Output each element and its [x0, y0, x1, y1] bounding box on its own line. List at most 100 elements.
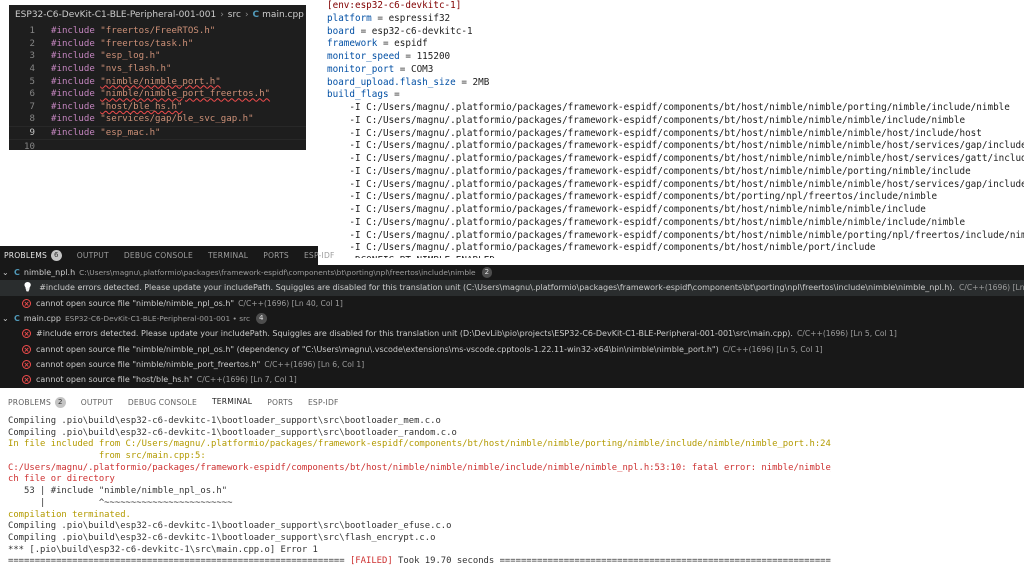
include-directive: #include — [51, 64, 95, 75]
build-flag: -I C:/Users/magnu/.platformio/packages/f… — [322, 179, 1024, 192]
include-directive: #include — [51, 128, 95, 139]
tab-esp-idf-label: ESP-IDF — [307, 397, 339, 407]
terminal-output[interactable]: Compiling .pio\build\esp32-c6-devkitc-1\… — [0, 411, 831, 577]
tab-esp-idf[interactable]: ESP-IDF — [308, 393, 339, 411]
editor-pane[interactable]: ESP32-C6-DevKit-C1-BLE-Peripheral-001-00… — [9, 5, 306, 150]
ini-equals: = — [394, 63, 411, 75]
ini-value: 115200 — [416, 51, 451, 62]
terminal-line: Compiling .pio\build\esp32-c6-devkitc-1\… — [8, 521, 452, 532]
tab-output[interactable]: OUTPUT — [81, 393, 113, 411]
line-number: 1 — [29, 26, 35, 37]
problems-count-badge: 2 — [55, 396, 66, 408]
terminal-line: C:/Users/magnu/.platformio/packages/fram… — [8, 462, 831, 473]
ini-equals: = — [355, 25, 372, 37]
cpp-file-icon: C — [252, 10, 260, 20]
problem-message: #include errors detected. Please update … — [39, 283, 955, 293]
build-flag: -I C:/Users/magnu/.platformio/packages/f… — [322, 128, 1024, 141]
line-number: 2 — [29, 38, 35, 49]
build-flag: -I C:/Users/magnu/.platformio/packages/f… — [322, 204, 1024, 217]
summary-rule-left: ========================================… — [8, 556, 350, 567]
chevron-right-icon: › — [244, 10, 249, 20]
include-directive: #include — [51, 51, 95, 62]
tab-problems-label: PROBLEMS — [4, 250, 48, 260]
tab-terminal[interactable]: TERMINAL — [211, 393, 253, 412]
breadcrumb-file[interactable]: main.cpp — [262, 10, 304, 20]
cpp-file-icon: C — [14, 268, 20, 278]
failed-status: [FAILED] — [349, 556, 393, 567]
problem-count-badge: 4 — [256, 313, 267, 325]
problem-item[interactable]: × cannot open source file "host/ble_hs.h"… — [0, 372, 1024, 387]
line-number: 6 — [29, 89, 35, 100]
problem-item[interactable]: × #include errors detected. Please update… — [0, 326, 1024, 341]
problem-message: cannot open source file "nimble/nimble_p… — [36, 359, 261, 369]
problem-item[interactable]: 💡 #include errors detected. Please update… — [0, 280, 1024, 296]
ini-key: monitor_speed — [327, 51, 400, 62]
tab-debug-console-label: DEBUG CONSOLE — [123, 251, 193, 260]
line-number: 4 — [29, 64, 35, 75]
ini-equals: = — [388, 89, 406, 101]
problem-item[interactable]: × cannot open source file "nimble/nimble_… — [0, 296, 1024, 311]
tab-esp-idf[interactable]: ESP-IDF — [304, 246, 335, 265]
problem-file-path: ESP32-C6-DevKit-C1-BLE-Peripheral-001-00… — [64, 314, 251, 324]
build-flag: -I C:/Users/magnu/.platformio/packages/f… — [322, 242, 1024, 255]
cpp-file-icon: C — [14, 314, 20, 324]
terminal-line: Compiling .pio\build\esp32-c6-devkitc-1\… — [8, 427, 457, 438]
tab-problems[interactable]: PROBLEMS 2 — [8, 393, 66, 411]
problem-item[interactable]: × cannot open source file "nimble/nimble_… — [0, 357, 1024, 372]
terminal-line: ch file or directory — [8, 474, 115, 485]
terminal-line: *** [.pio\build\esp32-c6-devkitc-1\src\m… — [8, 544, 318, 555]
tab-ports[interactable]: PORTS — [263, 246, 289, 265]
chevron-down-icon[interactable]: ⌄ — [2, 268, 12, 277]
terminal-line: Compiling .pio\build\esp32-c6-devkitc-1\… — [8, 532, 436, 543]
ini-value: espressif32 — [388, 12, 451, 24]
build-flag-text: -I C:/Users/magnu/.platformio/packages/f… — [349, 153, 1024, 164]
problem-item[interactable]: × cannot open source file "nimble/nimble_… — [0, 341, 1024, 356]
build-flag: -I C:/Users/magnu/.platformio/packages/f… — [322, 102, 1024, 115]
ini-key: board_upload.flash_size — [327, 76, 456, 88]
build-flag-text: -DCONFIG_BT_NIMBLE_ENABLED — [349, 255, 495, 258]
problem-source: C/C++(1696) [Ln 40, Col 1] — [238, 298, 343, 308]
platformio-ini-editor[interactable]: [env:esp32-c6-devkitc-1] platform = espr… — [322, 0, 1024, 258]
code-line: 10 — [9, 140, 306, 150]
tab-output-label: OUTPUT — [76, 251, 109, 260]
build-flag-text: -I C:/Users/magnu/.platformio/packages/f… — [349, 102, 1010, 113]
problem-message: cannot open source file "nimble/nimble_n… — [36, 344, 719, 354]
problem-message: cannot open source file "host/ble_hs.h" — [36, 375, 193, 385]
summary-rule-right: Took 19.70 seconds =====================… — [392, 556, 831, 567]
line-number: 9 — [29, 128, 35, 139]
tab-ports[interactable]: PORTS — [267, 393, 293, 411]
ini-key: board — [327, 25, 355, 37]
include-directive: #include — [51, 89, 95, 100]
ini-equals: = — [377, 38, 395, 50]
include-directive: #include — [51, 26, 95, 37]
tab-debug-console[interactable]: DEBUG CONSOLE — [124, 246, 193, 265]
code-line: 3 #include "esp_log.h" — [9, 50, 306, 63]
build-flag-text: -I C:/Users/magnu/.platformio/packages/f… — [349, 178, 1024, 190]
line-number: 8 — [29, 114, 35, 125]
breadcrumb-project[interactable]: ESP32-C6-DevKit-C1-BLE-Peripheral-001-00… — [15, 10, 216, 20]
problem-file-group[interactable]: ⌄ Cnimble_npl.h C:\Users\magnu\.platformio… — [0, 265, 1024, 280]
ini-entry: monitor_port = COM3 — [322, 64, 1024, 77]
ini-equals: = — [399, 51, 417, 62]
include-path: "nimble/nimble_port.h" — [100, 76, 221, 87]
code-area[interactable]: 1 #include "freertos/FreeRTOS.h" 2 #include… — [9, 25, 306, 150]
tab-problems[interactable]: PROBLEMS 6 — [4, 246, 62, 266]
include-path: "esp_mac.h" — [100, 128, 161, 139]
tab-terminal[interactable]: TERMINAL — [208, 246, 248, 265]
problem-file-group[interactable]: ⌄ Cmain.cpp ESP32-C6-DevKit-C1-BLE-Periphe… — [0, 311, 1024, 326]
ini-section-line: [env:esp32-c6-devkitc-1] — [322, 0, 1024, 13]
problem-count-badge: 2 — [481, 267, 493, 279]
chevron-down-icon[interactable]: ⌄ — [2, 314, 12, 323]
breadcrumb-folder[interactable]: src — [228, 10, 241, 20]
ini-value: COM3 — [410, 63, 434, 75]
problems-list[interactable]: ⌄ Cnimble_npl.h C:\Users\magnu\.platformio… — [0, 265, 1024, 388]
panel-tab-bar: PROBLEMS 6 OUTPUT DEBUG CONSOLE TERMINAL … — [0, 246, 334, 266]
build-flag-text: -I C:/Users/magnu/.platformio/packages/f… — [349, 165, 971, 177]
include-path: "freertos/FreeRTOS.h" — [100, 26, 216, 37]
tab-debug-console[interactable]: DEBUG CONSOLE — [128, 393, 197, 411]
lightbulb-icon[interactable]: 💡 — [22, 283, 33, 293]
tab-output[interactable]: OUTPUT — [77, 246, 109, 265]
